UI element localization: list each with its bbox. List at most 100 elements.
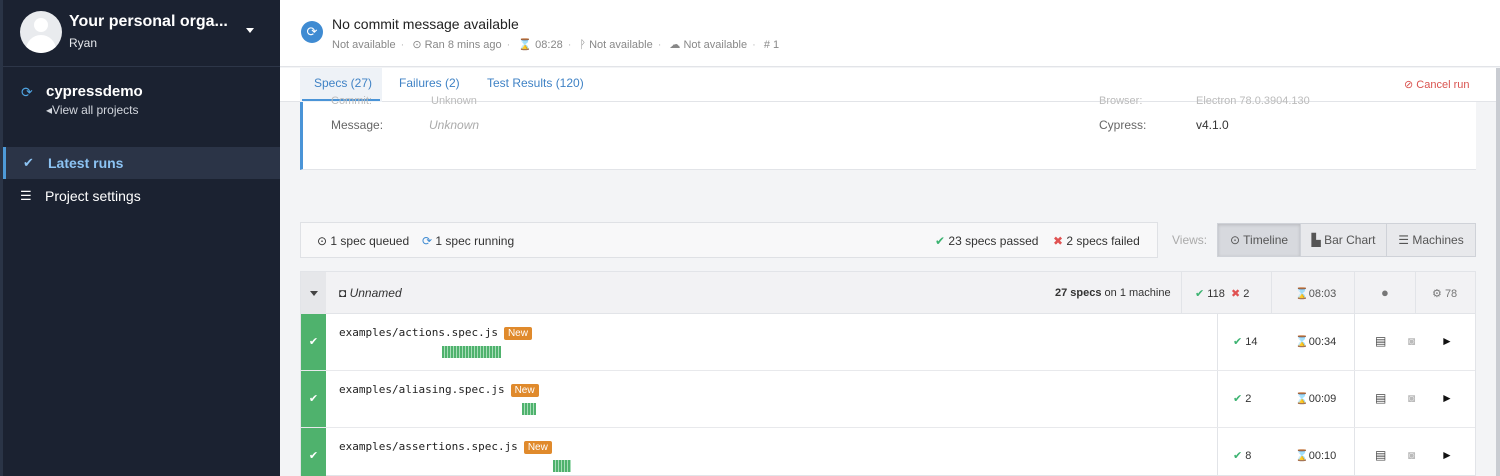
spec-passed: ✔ 8 [1233,449,1251,462]
spec-table: ◘ Unnamed 27 specs on 1 machine ✔ 118 ✖ … [300,271,1476,476]
spec-duration-value: 00:09 [1308,393,1337,405]
sidebar: Your personal orga... Ryan ⟳ cypressdemo… [0,0,280,476]
view-all-projects-link[interactable]: ◂View all projects [46,103,139,117]
camera-icon[interactable]: ◙ [1408,391,1415,405]
spec-name[interactable]: examples/assertions.spec.js New [339,440,552,454]
message-label: Message: [331,118,384,132]
avatar-head [34,18,48,32]
cancel-run-button[interactable]: ⊘ Cancel run [1404,78,1469,91]
chevron-down-icon[interactable] [246,28,254,33]
cell-divider [1217,371,1218,427]
project-name: cypressdemo [46,83,143,100]
output-icon[interactable]: ▤ [1375,334,1386,348]
branch-value: Not available [332,39,396,51]
check-icon: ✔ [1233,336,1243,348]
queued-status: ⊙ 1 spec queued [317,234,409,248]
bar-chart-icon: ▙ [1311,233,1321,247]
spec-path: examples/aliasing.spec.js [339,383,505,396]
new-badge: New [510,384,539,397]
hourglass-icon: ⌛ [518,39,533,51]
sync-icon: ⟳ [21,84,33,100]
passed-text: 23 specs passed [948,234,1039,248]
org-switcher[interactable]: Your personal orga... Ryan [3,0,280,67]
spec-duration: ⌛00:10 [1295,449,1336,462]
ran-ago: Ran 8 mins ago [424,39,502,51]
views-toggle: ⊙ Timeline ▙ Bar Chart ☰ Machines [1217,223,1476,257]
view-label: Timeline [1243,233,1289,247]
run-header: ⟳ No commit message available Not availa… [280,0,1500,67]
sliders-icon: ☰ [20,188,32,203]
commit-value: Not available [589,39,653,51]
sidebar-item-label: Latest runs [48,155,124,171]
avatar [20,11,62,53]
hourglass-icon: ⌛ [1295,393,1309,405]
view-all-projects-label: View all projects [52,103,139,117]
timeline-bar[interactable] [522,403,536,415]
x-icon: ✖ [1230,288,1241,300]
browser-icon: ⚙ [1432,288,1442,300]
timeline-bar[interactable] [553,460,571,472]
running-text: 1 spec running [435,234,515,248]
clock-icon: ⊙ [412,39,422,51]
org-name: Your personal orga... [69,13,228,30]
group-specs-info: 27 specs on 1 machine [1055,287,1171,299]
cell-divider [1415,272,1416,314]
run-duration: 08:28 [535,39,563,51]
group-results: ✔ 118 ✖ 2 [1195,287,1249,300]
camera-icon[interactable]: ◙ [1408,334,1415,348]
running-status: ⟳ 1 spec running [422,234,514,248]
org-user: Ryan [69,36,98,50]
new-badge: New [523,441,552,454]
cell-divider [1271,272,1272,314]
cell-divider [1181,272,1182,314]
spec-duration: ⌛00:34 [1295,335,1336,348]
play-video-icon[interactable]: ► [1441,391,1453,405]
table-row[interactable]: ✔ examples/actions.spec.js New ✔ 14 ⌛00:3… [301,314,1475,371]
tab-test-results[interactable]: Test Results (120) [487,76,584,90]
check-circle-icon: ✔ [23,155,34,170]
group-name: ◘ Unnamed [339,286,402,300]
sidebar-item-latest-runs[interactable]: ✔ Latest runs [3,147,280,179]
sidebar-item-project-settings[interactable]: ☰ Project settings [3,180,280,212]
group-duration: ⌛08:03 [1295,287,1336,300]
check-icon: ✔ [935,234,946,248]
play-video-icon[interactable]: ► [1441,334,1453,348]
cloud-icon: ☁ [669,39,681,51]
run-meta: Not available · ⊙ Ran 8 mins ago · ⌛ 08:28… [332,39,780,51]
tab-specs[interactable]: Specs (27) [314,76,372,90]
collapse-toggle[interactable] [301,272,326,314]
cancel-icon: ⊘ [1404,79,1414,91]
group-specs-suffix: on 1 machine [1104,287,1171,299]
group-row[interactable]: ◘ Unnamed 27 specs on 1 machine ✔ 118 ✖ … [301,272,1475,314]
spec-name[interactable]: examples/actions.spec.js New [339,326,532,340]
cancel-run-label: Cancel run [1416,79,1470,91]
output-icon[interactable]: ▤ [1375,448,1386,462]
chevron-down-icon [310,291,318,296]
cell-divider [1354,272,1355,314]
scrollbar[interactable] [1496,68,1500,476]
table-row[interactable]: ✔ examples/aliasing.spec.js New ✔ 2 ⌛00:0… [301,371,1475,428]
hourglass-icon: ⌛ [1295,336,1309,348]
server-icon: ☰ [1398,233,1410,247]
view-machines-button[interactable]: ☰ Machines [1387,224,1475,256]
output-icon[interactable]: ▤ [1375,391,1386,405]
timeline-bar[interactable] [442,346,501,358]
run-number: 1 [773,39,780,51]
table-row[interactable]: ✔ examples/assertions.spec.js New ✔ 8 ⌛00… [301,428,1475,476]
group-browser-version: 78 [1444,288,1458,300]
spec-path: examples/actions.spec.js [339,326,498,339]
view-bar-chart-button[interactable]: ▙ Bar Chart [1301,224,1387,256]
spec-summary-bar: ⊙ 1 spec queued ⟳ 1 spec running ✔ 23 sp… [300,222,1158,258]
ci-value: Not available [683,39,748,51]
queued-text: 1 spec queued [330,234,410,248]
camera-icon[interactable]: ◙ [1408,448,1415,462]
view-timeline-button[interactable]: ⊙ Timeline [1218,224,1301,256]
play-video-icon[interactable]: ► [1441,448,1453,462]
browser-value: Electron 78.0.3904.130 [1196,95,1310,107]
view-label: Bar Chart [1324,233,1376,247]
new-badge: New [503,327,532,340]
views-label: Views: [1172,233,1208,247]
tab-failures[interactable]: Failures (2) [399,76,460,90]
cell-divider [1354,428,1355,476]
spec-name[interactable]: examples/aliasing.spec.js New [339,383,539,397]
